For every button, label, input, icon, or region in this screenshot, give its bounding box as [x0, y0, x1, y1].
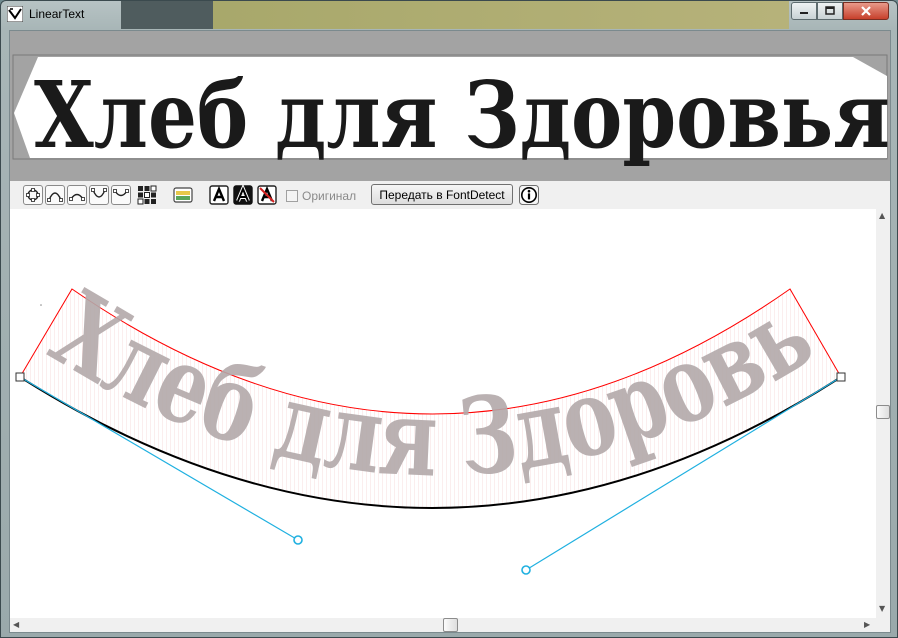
editor-canvas[interactable]: Хлеб для Здоровья [10, 209, 876, 618]
background-strip [213, 1, 789, 29]
close-icon [861, 6, 871, 16]
horizontal-scroll-thumb[interactable] [443, 618, 458, 632]
circle-shape-button[interactable] [23, 185, 43, 205]
maximize-icon [825, 6, 835, 15]
scroll-down-icon[interactable]: ▼ [879, 605, 885, 613]
original-checkbox-label: Оригинал [302, 189, 357, 203]
scrollbar-corner [876, 618, 890, 632]
left-anchor-handle[interactable] [15, 372, 25, 382]
circle-shape-icon [26, 188, 40, 202]
app-window: LinearText Хлеб для Здоровья Оригинал Пе… [0, 0, 898, 638]
minimize-icon [800, 12, 808, 14]
image-button[interactable] [173, 185, 193, 205]
arc-up-icon [47, 192, 63, 202]
title-bar[interactable]: LinearText [1, 1, 897, 29]
info-icon [519, 185, 539, 205]
arc-up-button[interactable] [45, 185, 65, 205]
maximize-button[interactable] [817, 2, 843, 20]
scroll-left-icon[interactable]: ◀ [13, 621, 19, 629]
arc-down-icon [91, 188, 107, 198]
background-strip [121, 1, 213, 29]
original-checkbox[interactable] [286, 190, 298, 202]
toolbar: Оригинал Передать в FontDetect [10, 181, 890, 209]
scroll-right-icon[interactable]: ▶ [864, 621, 870, 629]
grid-button[interactable] [137, 185, 157, 205]
info-button[interactable] [519, 185, 539, 205]
curved-text: Хлеб для Здоровья [10, 209, 832, 501]
right-anchor-handle[interactable] [836, 372, 846, 382]
font-a-button[interactable] [209, 185, 229, 205]
vertical-scrollbar[interactable]: ▲ ▼ [876, 209, 890, 618]
font-a-icon [209, 185, 229, 205]
preview-svg: Хлеб для Здоровья [12, 54, 890, 169]
arc-down-small-button[interactable] [111, 185, 131, 205]
scroll-up-icon[interactable]: ▲ [879, 212, 885, 220]
preview-text: Хлеб для Здоровья [34, 61, 890, 169]
client-area: Хлеб для Здоровья Оригинал Передать в Fo… [9, 30, 891, 633]
app-icon [6, 5, 24, 23]
arc-up-small-icon [69, 193, 85, 201]
canvas-dot [40, 304, 42, 306]
font-a-bold-icon [233, 185, 253, 205]
horizontal-scrollbar[interactable]: ◀ ▶ [10, 618, 876, 632]
curved-text-path: Хлеб для Здоровья [10, 209, 832, 501]
font-a-bold-button[interactable] [233, 185, 253, 205]
left-control-handle[interactable] [293, 535, 303, 545]
minimize-button[interactable] [791, 2, 817, 20]
font-a-red-button[interactable] [257, 185, 277, 205]
window-title: LinearText [29, 7, 85, 21]
original-checkbox-wrap[interactable]: Оригинал [286, 188, 356, 204]
source-preview: Хлеб для Здоровья [10, 31, 890, 181]
close-button[interactable] [843, 2, 889, 20]
image-icon [173, 187, 193, 203]
vertical-scroll-thumb[interactable] [876, 405, 890, 419]
grid-icon [137, 185, 157, 205]
arc-down-small-icon [113, 189, 129, 197]
send-to-fontdetect-button[interactable]: Передать в FontDetect [371, 184, 513, 205]
font-a-red-icon [257, 185, 277, 205]
right-control-handle[interactable] [521, 565, 531, 575]
arc-up-small-button[interactable] [67, 185, 87, 205]
arc-down-button[interactable] [89, 185, 109, 205]
curve-editor-svg: Хлеб для Здоровья [10, 209, 846, 575]
